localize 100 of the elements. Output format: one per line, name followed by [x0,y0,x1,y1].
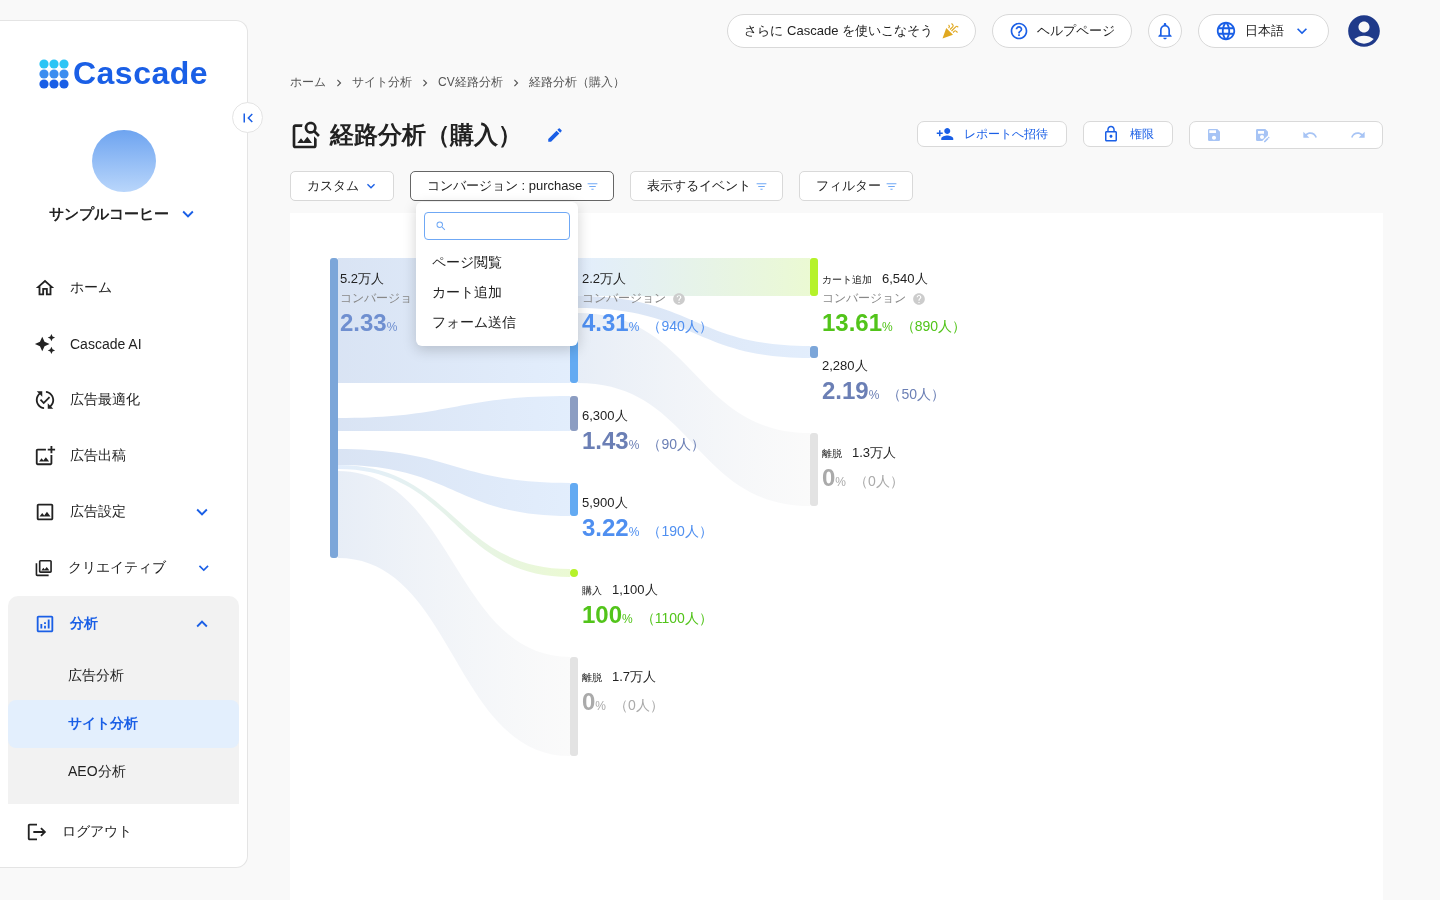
save-icon [1206,127,1222,143]
filter-button[interactable]: フィルター [799,171,914,201]
invite-button[interactable]: レポートへ招待 [917,121,1067,147]
conversion-rate: 0 [822,464,836,492]
conversion-label: コンバージョ [340,290,412,307]
breadcrumb-link[interactable]: CV経路分析 [438,74,503,91]
percent-unit: % [868,388,880,402]
save-button[interactable] [1206,127,1222,143]
nav-label: クリエイティブ [67,559,166,578]
percent-unit: % [622,612,633,626]
nav-label: 分析 [70,615,98,634]
conversion-rate: 4.31 [582,309,629,337]
help-icon[interactable] [672,291,686,306]
nav-item[interactable]: クリエイティブ [8,540,239,597]
help-button[interactable]: ヘルプページ [992,14,1132,48]
conversion-rate: 3.22 [582,514,629,542]
conversion-count: （890人） [900,318,967,336]
nav-item[interactable]: 広告出稿 [8,428,239,485]
conversion-count: （50人） [887,386,945,404]
dropdown-option[interactable]: カート追加 [424,278,570,308]
sparkle-icon [34,333,56,356]
refresh-check-icon [34,389,56,412]
conversion-rate: 2.33 [340,309,387,337]
nav-subitem[interactable]: サイト分析 [8,700,239,749]
nav-label: 広告出稿 [70,447,126,466]
conversion-count: （0人） [854,473,904,491]
nav-label: Cascade AI [70,336,142,353]
add-person-icon [936,125,954,143]
conversion-rate: 2.19 [822,377,869,405]
nav-item[interactable]: ホーム [8,260,239,317]
percent-unit: % [882,320,893,334]
filter-button[interactable]: コンバージョン : purchase [410,171,615,201]
conversion-label: コンバージョン [822,290,906,307]
percent-unit: % [595,699,607,713]
permission-button[interactable]: 権限 [1083,121,1173,147]
conversion-count: （90人） [647,436,705,454]
conversion-rate: 0 [582,688,596,716]
filter-button[interactable]: 表示するイベント [630,171,784,201]
save-as-icon [1254,127,1270,143]
logo-text: Cascade [72,55,209,92]
conversion-rate: 13.61 [822,309,883,337]
nav-subitem[interactable]: 広告分析 [8,652,239,701]
node-count: 2.2万人 [582,270,627,288]
nav-item[interactable]: 広告最適化 [8,372,239,429]
node-count: 5,900人 [582,494,628,512]
conversion-count: （0人） [614,697,664,715]
save-as-button[interactable] [1254,127,1270,143]
nav-label: 広告最適化 [70,391,140,410]
nav-item[interactable]: 分析 [8,596,239,653]
nav-label: ホーム [70,279,112,298]
notifications-button[interactable] [1148,14,1182,48]
percent-unit: % [835,475,847,489]
party-icon [941,22,959,40]
conversion-count: （190人） [647,523,713,541]
node-count: 6,300人 [582,407,628,425]
logout-item[interactable]: ログアウト [0,804,247,859]
breadcrumb-link[interactable]: ホーム [290,74,326,91]
search-field[interactable] [424,212,570,240]
conversion-count: （940人） [647,318,713,336]
breadcrumb-link[interactable]: 経路分析（購入） [528,74,625,91]
node-count: 5.2万人 [340,270,385,288]
collapse-sidebar-button[interactable] [232,102,263,133]
percent-unit: % [628,438,640,452]
node-bar [810,258,818,296]
node-dot [570,569,578,577]
breadcrumb-link[interactable]: サイト分析 [352,74,412,91]
percent-unit: % [628,525,640,539]
search-icon [435,220,447,232]
node-count: 1,100人 [612,581,658,599]
node-tag: 離脱 [822,447,842,461]
node-bar [570,483,578,516]
title-icon [290,119,322,151]
edit-icon[interactable] [546,126,564,144]
conversion-rate: 100 [582,601,623,629]
nav-item[interactable]: Cascade AI [8,316,239,373]
language-selector[interactable]: 日本語 [1198,14,1329,48]
filter-button[interactable]: カスタム [290,171,394,201]
nav-item[interactable]: 広告設定 [8,484,239,541]
node-count: 1.3万人 [852,444,897,462]
dropdown-option[interactable]: ページ閲覧 [424,248,570,278]
node-bar [810,346,818,358]
percent-unit: % [386,320,398,334]
dropdown-option[interactable]: フォーム送信 [424,308,570,338]
node-tag: カート追加 [822,273,872,287]
user-avatar-icon[interactable] [1345,12,1383,50]
logo-icon [38,58,69,89]
globe-icon [1215,20,1237,42]
page-title: 経路分析（購入） [330,120,522,150]
node-tag: 購入 [582,584,602,598]
help-icon[interactable] [912,291,926,306]
node-count: 2,280人 [822,357,868,375]
node-count: 6,540人 [882,270,928,288]
nav-subitem[interactable]: AEO分析 [8,748,239,797]
workspace-selector[interactable]: サンプルコーヒー [42,202,205,227]
nav-label: 広告設定 [70,503,126,522]
bell-icon [1155,21,1175,41]
promo-button[interactable]: さらに Cascade を使いこなそう [727,14,976,48]
node-count: 1.7万人 [612,668,657,686]
conversion-rate: 1.43 [582,427,629,455]
logout-label: ログアウト [62,822,132,841]
